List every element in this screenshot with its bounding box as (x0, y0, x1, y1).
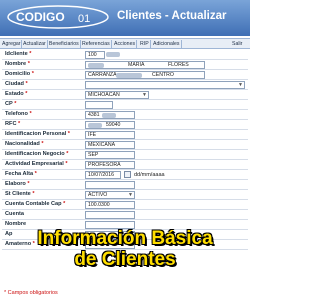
row-cp: CP * (2, 100, 248, 110)
row-domicilio: Domicilio * CARRANZA CENTRO (2, 70, 248, 80)
codigo-logo: CODIGO 01 (7, 5, 109, 29)
toolbar: Agregar Actualizar Beneficiarios Referen… (0, 38, 250, 49)
rfc-input[interactable]: 59040 (85, 121, 135, 129)
cp-input[interactable] (85, 101, 113, 109)
label-cp: CP (5, 101, 13, 107)
nombre-input[interactable]: MARIA FLORES (85, 61, 205, 69)
id-personal-input[interactable]: IFE (85, 131, 135, 139)
row-id-negocio: Identificacion Negocio * SEP (2, 150, 248, 160)
toolbar-rip-button[interactable]: RIP (139, 40, 151, 48)
redacted-block (88, 63, 104, 68)
label-cuenta-cap: Cuenta Contable Cap (5, 201, 62, 207)
calendar-icon[interactable] (124, 171, 131, 178)
ciudad-select[interactable]: ▼ (85, 81, 245, 89)
label-cuenta-int: Cuenta (5, 211, 24, 217)
label-nombre: Nombre (5, 61, 27, 67)
row-nacionalidad: Nacionalidad * MEXICANA (2, 140, 248, 150)
row-st-cliente: St Cliente * ACTIVO ▼ (2, 190, 248, 200)
label-nombre-2: Nombre (5, 221, 27, 227)
toolbar-beneficiarios-button[interactable]: Beneficiarios (48, 40, 81, 48)
label-nacionalidad: Nacionalidad (5, 141, 40, 147)
toolbar-agregar-button[interactable]: Agregar (1, 40, 23, 48)
redacted-block (88, 123, 102, 128)
row-ciudad: Ciudad * ▼ (2, 80, 248, 90)
logo-suffix: 01 (78, 13, 90, 25)
row-telefono: Telefono * 4381 (2, 110, 248, 120)
label-domicilio: Domicilio (5, 71, 31, 77)
label-rfc: RFC (5, 121, 17, 127)
toolbar-actualizar-button[interactable]: Actualizar (22, 40, 48, 48)
id-negocio-input[interactable]: SEP (85, 151, 135, 159)
chevron-down-icon: ▼ (128, 192, 133, 198)
page-title: Clientes - Actualizar (117, 10, 227, 22)
row-estado: Estado * MICHOACAN ▼ (2, 90, 248, 100)
label-estado: Estado (5, 91, 24, 97)
row-actividad: Actividad Empresarial * PROFESORA (2, 160, 248, 170)
cuenta-cap-input[interactable]: 100.0300 (85, 201, 135, 209)
redacted-block (106, 52, 120, 57)
row-cuenta-cap: Cuenta Contable Cap * 100.0300 (2, 200, 248, 210)
toolbar-salir-button[interactable]: Salir (231, 40, 243, 48)
label-actividad: Actividad Empresarial (5, 161, 64, 167)
domicilio-input[interactable]: CARRANZA CENTRO (85, 71, 205, 79)
overlay-caption: Información Básica de Clientes (0, 228, 250, 270)
elaboro-input[interactable] (85, 181, 135, 189)
label-telefono: Telefono (5, 111, 28, 117)
row-elaboro: Elaboro * (2, 180, 248, 190)
st-cliente-select[interactable]: ACTIVO ▼ (85, 191, 135, 199)
overlay-line-1: Información Básica (37, 228, 213, 249)
cuenta-int-input[interactable] (85, 211, 135, 219)
app-header: CODIGO 01 Clientes - Actualizar (0, 0, 250, 36)
chevron-down-icon: ▼ (142, 92, 147, 98)
overlay-line-2: de Clientes (74, 249, 176, 270)
actividad-input[interactable]: PROFESORA (85, 161, 135, 169)
row-rfc: RFC * 59040 (2, 120, 248, 130)
label-st-cliente: St Cliente (5, 191, 31, 197)
nacionalidad-input[interactable]: MEXICANA (85, 141, 135, 149)
row-id-personal: Identificacion Personal * IFE (2, 130, 248, 140)
label-fecha-alta: Fecha Alta (5, 171, 34, 177)
toolbar-acciones-button[interactable]: Acciones (113, 40, 138, 48)
fecha-alta-input[interactable]: 10/07/2016 (85, 171, 121, 179)
label-idcliente: Idcliente (5, 51, 28, 57)
idcliente-input[interactable]: 100 (85, 51, 105, 59)
redacted-block (102, 113, 116, 118)
telefono-input[interactable]: 4381 (85, 111, 135, 119)
row-nombre: Nombre * MARIA FLORES (2, 60, 248, 70)
row-fecha-alta: Fecha Alta * 10/07/2016 dd/mm/aaaa (2, 170, 248, 180)
label-id-personal: Identificacion Personal (5, 131, 67, 137)
label-id-negocio: Identificacion Negocio (5, 151, 65, 157)
redacted-block (116, 73, 142, 78)
logo-text: CODIGO (16, 10, 65, 24)
toolbar-adicionales-button[interactable]: Adicionales (152, 40, 182, 48)
label-elaboro: Elaboro (5, 181, 26, 187)
required-fields-note: * Campos obligatorios (4, 290, 58, 296)
chevron-down-icon: ▼ (238, 82, 243, 88)
toolbar-referencias-button[interactable]: Referencias (81, 40, 112, 48)
label-ciudad: Ciudad (5, 81, 24, 87)
estado-select[interactable]: MICHOACAN ▼ (85, 91, 149, 99)
date-format-hint: dd/mm/aaaa (134, 172, 165, 178)
row-cuenta-int: Cuenta (2, 210, 248, 220)
row-idcliente: Idcliente * 100 (2, 50, 248, 60)
